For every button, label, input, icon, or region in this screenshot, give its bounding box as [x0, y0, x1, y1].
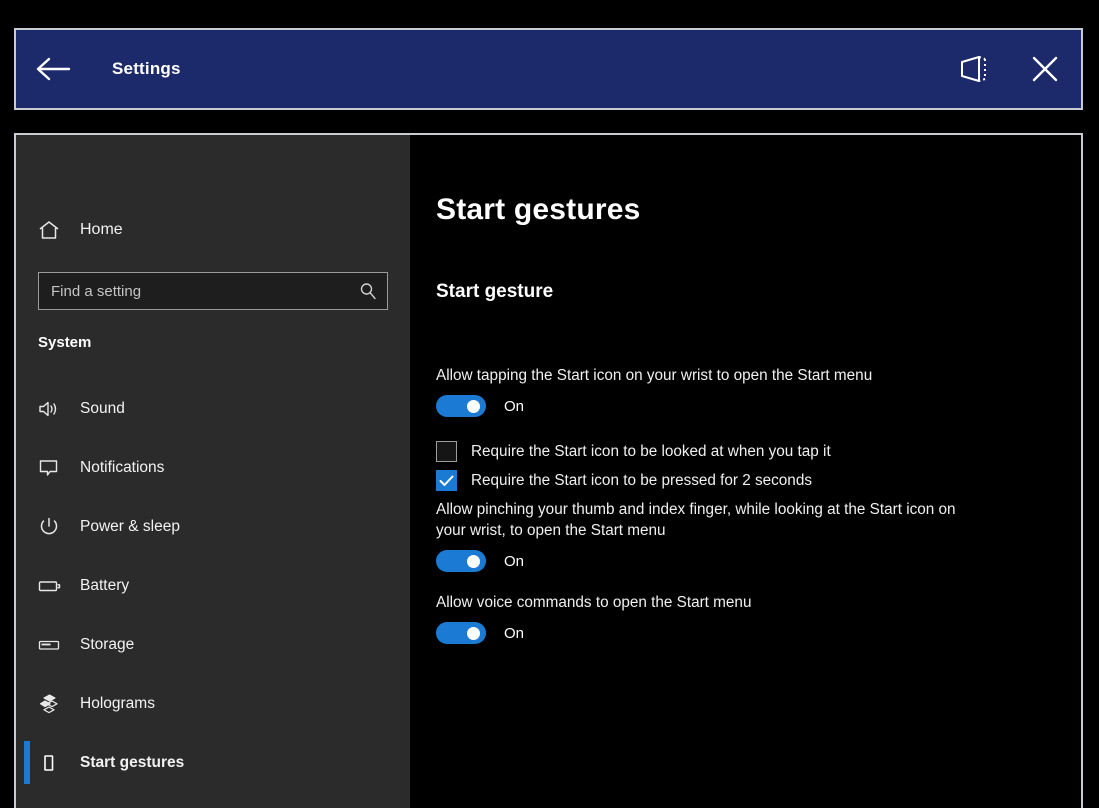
search-box[interactable] — [38, 272, 388, 310]
power-icon — [38, 516, 72, 538]
follow-me-button[interactable] — [937, 30, 1009, 108]
close-button[interactable] — [1009, 30, 1081, 108]
content-pane: Start gestures Start gesture Allow tappi… — [410, 135, 1081, 808]
home-icon — [38, 219, 72, 241]
app-title: Settings — [90, 59, 937, 79]
sidebar-item-label: Storage — [72, 636, 134, 654]
toggle-row[interactable]: On — [436, 622, 1081, 644]
app-screen: Settings — [0, 0, 1099, 808]
pinch-to-open-toggle[interactable] — [436, 550, 486, 572]
sidebar-item-notifications[interactable]: Notifications — [16, 438, 410, 497]
checkbox-label: Require the Start icon to be looked at w… — [471, 443, 831, 461]
search-icon — [359, 282, 377, 300]
sidebar-item-holograms[interactable]: Holograms — [16, 674, 410, 733]
checkbox-row-gaze[interactable]: Require the Start icon to be looked at w… — [436, 441, 1081, 462]
sidebar: Home System — [16, 135, 410, 808]
sidebar-item-label: Battery — [72, 577, 129, 595]
sidebar-item-label: Power & sleep — [72, 518, 180, 536]
battery-icon — [38, 578, 72, 594]
group-title: Start gesture — [436, 281, 1081, 303]
holograms-icon — [38, 693, 72, 715]
speaker-icon — [38, 399, 72, 419]
sidebar-item-home-label: Home — [72, 221, 123, 239]
require-gaze-checkbox[interactable] — [436, 441, 457, 462]
sidebar-item-label: Holograms — [72, 695, 155, 713]
check-icon — [439, 475, 454, 487]
setting-block-pinch: Allow pinching your thumb and index fing… — [436, 499, 1081, 572]
voice-command-toggle[interactable] — [436, 622, 486, 644]
toggle-knob — [467, 555, 480, 568]
sidebar-section-label: System — [38, 334, 410, 351]
toggle-row[interactable]: On — [436, 395, 1081, 417]
settings-window: Home System — [14, 133, 1083, 808]
toggle-state-label: On — [504, 553, 524, 570]
setting-description: Allow pinching your thumb and index fing… — [436, 499, 981, 541]
back-arrow-icon — [33, 55, 73, 83]
checkbox-label: Require the Start icon to be pressed for… — [471, 472, 812, 490]
follow-me-pin-icon — [953, 49, 993, 89]
sidebar-item-home[interactable]: Home — [16, 210, 410, 250]
sidebar-item-storage[interactable]: Storage — [16, 615, 410, 674]
notification-icon — [38, 458, 72, 478]
setting-block-tap: Allow tapping the Start icon on your wri… — [436, 365, 1081, 417]
storage-icon — [38, 637, 72, 653]
close-icon — [1028, 52, 1062, 86]
toggle-knob — [467, 627, 480, 640]
checkbox-row-press[interactable]: Require the Start icon to be pressed for… — [436, 470, 1081, 491]
page-title: Start gestures — [436, 193, 1081, 227]
toggle-state-label: On — [504, 625, 524, 642]
start-gesture-icon — [38, 752, 72, 774]
setting-description: Allow tapping the Start icon on your wri… — [436, 365, 981, 386]
sidebar-nav-list: Sound Notifications — [16, 379, 410, 792]
require-press-checkbox[interactable] — [436, 470, 457, 491]
setting-block-voice: Allow voice commands to open the Start m… — [436, 592, 1081, 644]
toggle-row[interactable]: On — [436, 550, 1081, 572]
sidebar-item-battery[interactable]: Battery — [16, 556, 410, 615]
tap-to-open-toggle[interactable] — [436, 395, 486, 417]
toggle-knob — [467, 400, 480, 413]
sidebar-item-sound[interactable]: Sound — [16, 379, 410, 438]
search-input[interactable] — [51, 283, 359, 300]
back-button[interactable] — [16, 30, 90, 108]
sidebar-item-start-gestures[interactable]: Start gestures — [16, 733, 410, 792]
sidebar-item-label: Notifications — [72, 459, 164, 477]
setting-description: Allow voice commands to open the Start m… — [436, 592, 981, 613]
title-bar: Settings — [14, 28, 1083, 110]
sidebar-item-label: Sound — [72, 400, 125, 418]
toggle-state-label: On — [504, 398, 524, 415]
sidebar-item-label: Start gestures — [72, 754, 184, 772]
sidebar-item-power-and-sleep[interactable]: Power & sleep — [16, 497, 410, 556]
